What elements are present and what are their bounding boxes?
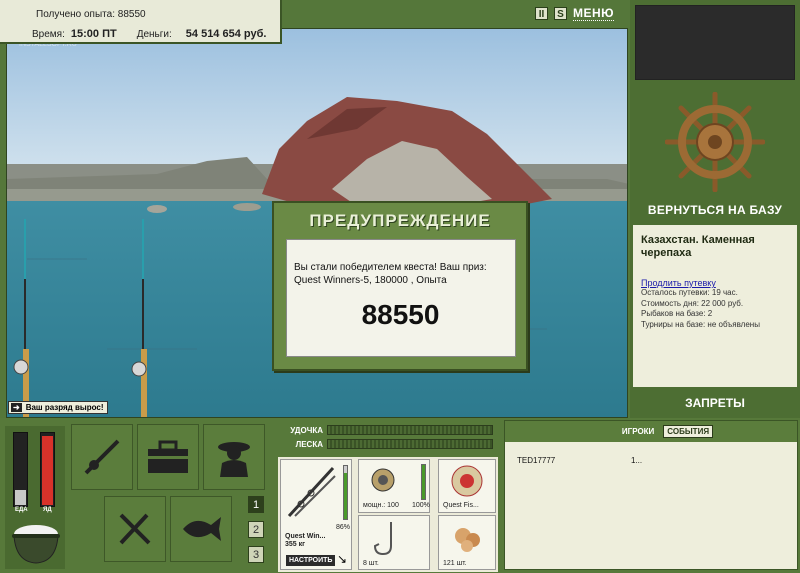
dialog-experience-number: 88550 — [361, 299, 440, 330]
status-meters: ЕДА ЯД — [5, 426, 65, 569]
rod-weight: 355 кг — [285, 541, 306, 548]
sound-button[interactable]: S — [554, 7, 567, 20]
player-name: TED17777 — [517, 456, 556, 465]
line-bar-label: ЛЕСКА — [295, 439, 323, 449]
experience-row: Получено опыта: 88550 — [36, 9, 146, 20]
bans-button[interactable]: ЗАПРЕТЫ — [630, 396, 800, 410]
food-label: ЕДА — [15, 507, 28, 513]
fisherman-icon — [218, 442, 250, 477]
dialog-body[interactable]: Вы стали победителем квеста! Ваш приз: Q… — [286, 239, 516, 357]
game-screen: INSTALLSOFT.RU Получено опыта: 88550 Вре… — [0, 0, 800, 573]
anglers-count: Рыбаков на базе: 2 — [641, 309, 713, 318]
setup-button[interactable]: НАСТРОИТЬ — [286, 555, 336, 566]
money-value: 54 514 654 руб. — [185, 28, 267, 40]
hook-icon — [373, 522, 392, 556]
tackle-panel: УДОЧКА ЛЕСКА 86% Quest Win... 355 кг НАС… — [276, 420, 500, 573]
bait-slot[interactable]: 121 шт. — [438, 515, 496, 570]
rod-condition-fill — [344, 473, 347, 519]
food-meter — [13, 432, 28, 507]
location-title: Казахстан. Каменная черепаха — [641, 234, 755, 259]
reel-slot[interactable]: мощн.: 100 100% — [358, 459, 430, 513]
rod-item-icon — [287, 466, 336, 518]
pause-button[interactable]: II — [535, 7, 548, 20]
rod-strength-row: УДОЧКА — [278, 425, 493, 435]
tackle-box-button[interactable] — [137, 424, 199, 490]
money-label: Деньги: — [136, 28, 172, 40]
tab-events[interactable]: СОБЫТИЯ — [663, 425, 714, 438]
poison-label: ЯД — [43, 507, 52, 513]
tournaments-status: Турниры на базе: не объявлены — [641, 319, 760, 329]
dialog-title: ПРЕДУПРЕЖДЕНИЕ — [309, 211, 491, 230]
rod-condition-bar — [343, 465, 348, 520]
menu-button[interactable]: МЕНЮ — [573, 6, 615, 21]
food-meter-fill — [15, 490, 26, 505]
rod-slot[interactable]: 86% Quest Win... 355 кг НАСТРОИТЬ ↘ — [280, 459, 352, 570]
page-button-3[interactable]: 3 — [248, 546, 264, 563]
fish-keep-button[interactable] — [170, 496, 232, 562]
line-slot[interactable]: Quest Fis... — [438, 459, 496, 513]
rod-strength-bar — [327, 425, 493, 435]
reel-condition-bar — [421, 464, 426, 500]
return-to-base-button[interactable]: ВЕРНУТЬСЯ НА БАЗУ — [630, 203, 800, 217]
line-name: Quest Fis... — [443, 502, 479, 509]
rod-percent: 86% — [336, 524, 351, 531]
rank-up-notice[interactable]: ➜ Ваш разряд вырос! — [8, 401, 108, 414]
reel-icon — [371, 468, 395, 492]
day-cost: Стоимость дня: 22 000 руб. — [641, 298, 744, 308]
page-button-1[interactable]: 1 — [248, 496, 264, 513]
permit-remaining: Осталось путевки: 19 час. — [641, 288, 738, 297]
player-value: 1... — [631, 456, 643, 465]
arrow-down-right-icon: ↘ — [337, 552, 348, 566]
reel-percent: 100% — [412, 502, 430, 509]
players-tabs: ИГРОКИ СОБЫТИЯ — [505, 421, 797, 442]
warning-dialog: ПРЕДУПРЕЖДЕНИЕ Вы стали победителем квес… — [272, 201, 528, 371]
fish-icon — [183, 517, 221, 541]
bait-count: 121 шт. — [443, 560, 467, 567]
players-panel: ИГРОКИ СОБЫТИЯ TED17777 1... — [504, 420, 798, 570]
line-strength-bar — [327, 439, 493, 449]
fishing-line-spool-icon — [451, 465, 483, 497]
tab-players[interactable]: ИГРОКИ — [619, 426, 657, 437]
character-button[interactable] — [203, 424, 265, 490]
stats-bar: Получено опыта: 88550 Время: 15:00 ПТ Де… — [0, 0, 282, 44]
rods-button[interactable] — [71, 424, 133, 490]
experience-value: 88550 — [117, 9, 146, 20]
tackle-box-icon — [148, 440, 188, 473]
bottom-panel: ЕДА ЯД 1 2 3 УДОЧКА ЛЕСКА 86% Quest Win.… — [0, 418, 800, 573]
ship-wheel-icon[interactable] — [665, 92, 765, 192]
fork-knife-icon — [119, 513, 151, 545]
reel-power: мощн.: 100 — [363, 502, 399, 509]
fishing-rod-icon — [84, 439, 120, 475]
poison-meter-fill — [42, 435, 53, 505]
location-info: Казахстан. Каменная черепаха Продлить пу… — [633, 225, 797, 387]
right-panel: ВЕРНУТЬСЯ НА БАЗУ Казахстан. Каменная че… — [630, 0, 800, 418]
time-label: Время: — [32, 28, 65, 40]
top-controls: II S МЕНЮ — [535, 6, 615, 21]
experience-label: Получено опыта: — [36, 9, 115, 20]
poison-meter — [40, 432, 55, 507]
hook-slot[interactable]: 8 шт. — [358, 515, 430, 570]
player-row[interactable]: TED17777 1... — [517, 456, 642, 465]
extend-permit-link[interactable]: Продлить путевку — [641, 278, 789, 288]
time-value: 15:00 ПТ — [70, 28, 117, 40]
arrow-right-icon: ➜ — [11, 403, 22, 412]
rank-up-text: Ваш разряд вырос! — [25, 403, 104, 412]
reel-condition-fill — [422, 465, 425, 499]
dialog-message: Вы стали победителем квеста! Ваш приз: Q… — [294, 262, 487, 286]
hook-count: 8 шт. — [363, 560, 379, 567]
rod-bar-label: УДОЧКА — [290, 425, 323, 435]
line-strength-row: ЛЕСКА — [278, 439, 493, 449]
bait-icon — [455, 528, 480, 552]
tackle-slots: 86% Quest Win... 355 кг НАСТРОИТЬ ↘ мощн… — [278, 457, 498, 572]
food-button[interactable] — [104, 496, 166, 562]
rod-name: Quest Win... — [285, 533, 326, 540]
minimap — [635, 5, 795, 80]
time-money-row: Время: 15:00 ПТ Деньги: 54 514 654 руб. — [32, 28, 266, 40]
page-button-2[interactable]: 2 — [248, 521, 264, 538]
cauldron-icon[interactable] — [10, 520, 62, 565]
